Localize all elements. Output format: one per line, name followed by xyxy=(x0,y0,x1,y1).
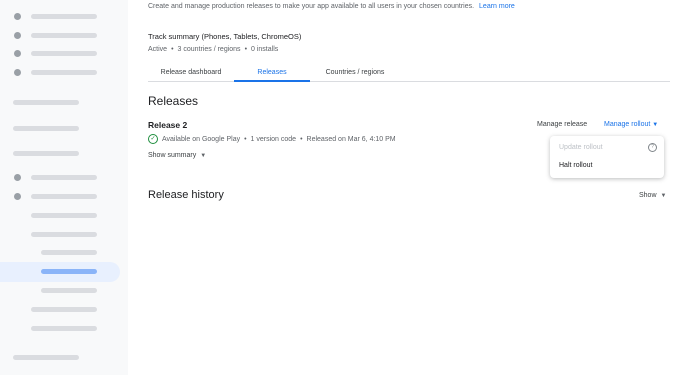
check-circle-icon: ✓ xyxy=(148,134,158,144)
chevron-down-icon: ▼ xyxy=(660,193,667,199)
nav-item[interactable] xyxy=(31,51,97,56)
nav-subitem-production[interactable] xyxy=(41,269,97,274)
nav-icon xyxy=(14,13,21,20)
manage-release-button[interactable]: Manage release xyxy=(537,121,587,128)
release-name: Release 2 xyxy=(148,120,188,130)
nav-section-header[interactable] xyxy=(13,100,79,105)
track-summary-meta: Active • 3 countries / regions • 0 installs xyxy=(148,46,278,53)
track-countries: 3 countries / regions xyxy=(177,46,241,53)
sidebar xyxy=(0,0,128,375)
rollout-menu: Update rollout ? Halt rollout xyxy=(550,136,664,178)
separator-dot: • xyxy=(171,46,174,53)
nav-section-header[interactable] xyxy=(13,151,79,156)
manage-rollout-button[interactable]: Manage rollout ▼ xyxy=(604,121,658,128)
nav-icon xyxy=(14,50,21,57)
nav-item[interactable] xyxy=(31,194,97,199)
nav-item[interactable] xyxy=(31,326,97,331)
tab-countries-regions[interactable]: Countries / regions xyxy=(310,64,400,81)
nav-section-header[interactable] xyxy=(13,126,79,131)
nav-item[interactable] xyxy=(31,232,97,237)
nav-item[interactable] xyxy=(31,14,97,19)
manage-rollout-label: Manage rollout xyxy=(604,121,651,128)
separator-dot: • xyxy=(300,135,303,143)
menu-item-halt-rollout[interactable]: Halt rollout xyxy=(559,162,592,169)
nav-icon xyxy=(14,174,21,181)
track-status: Active xyxy=(148,46,168,53)
release-version-codes: 1 version code xyxy=(250,135,297,143)
help-icon[interactable]: ? xyxy=(648,143,657,152)
intro-description: Create and manage production releases to… xyxy=(148,3,475,10)
nav-item[interactable] xyxy=(31,70,97,75)
dropdown-arrow-icon: ▼ xyxy=(652,122,659,128)
nav-icon xyxy=(14,69,21,76)
show-history-toggle[interactable]: Show ▼ xyxy=(639,192,666,199)
nav-icon xyxy=(14,193,21,200)
show-summary-label: Show summary xyxy=(148,152,197,159)
nav-item[interactable] xyxy=(31,307,97,312)
nav-icon xyxy=(14,32,21,39)
main-content: Create and manage production releases to… xyxy=(128,0,680,375)
tab-bar: Release dashboard Releases Countries / r… xyxy=(148,64,670,82)
show-history-label: Show xyxy=(639,192,657,199)
nav-section-header[interactable] xyxy=(13,355,79,360)
tab-releases[interactable]: Releases xyxy=(234,64,310,82)
nav-subitem[interactable] xyxy=(41,250,97,255)
track-installs: 0 installs xyxy=(251,46,279,53)
release-meta: ✓ Available on Google Play • 1 version cod… xyxy=(148,134,396,144)
release-date: Released on Mar 6, 4:10 PM xyxy=(306,135,396,143)
nav-subitem[interactable] xyxy=(41,288,97,293)
intro-text: Create and manage production releases to… xyxy=(148,3,515,10)
nav-item[interactable] xyxy=(31,213,97,218)
release-availability: Available on Google Play xyxy=(162,135,241,143)
releases-heading: Releases xyxy=(148,94,199,108)
release-history-heading: Release history xyxy=(148,189,224,201)
nav-item[interactable] xyxy=(31,175,97,180)
show-summary-toggle[interactable]: Show summary ▼ xyxy=(148,152,206,159)
menu-item-update-rollout: Update rollout xyxy=(559,144,603,151)
separator-dot: • xyxy=(244,46,248,53)
separator-dot: • xyxy=(244,135,247,143)
chevron-down-icon: ▼ xyxy=(200,153,207,159)
learn-more-link[interactable]: Learn more xyxy=(479,3,515,10)
track-summary-title: Track summary (Phones, Tablets, ChromeOS… xyxy=(148,32,302,41)
nav-item[interactable] xyxy=(31,33,97,38)
tab-release-dashboard[interactable]: Release dashboard xyxy=(148,64,234,81)
